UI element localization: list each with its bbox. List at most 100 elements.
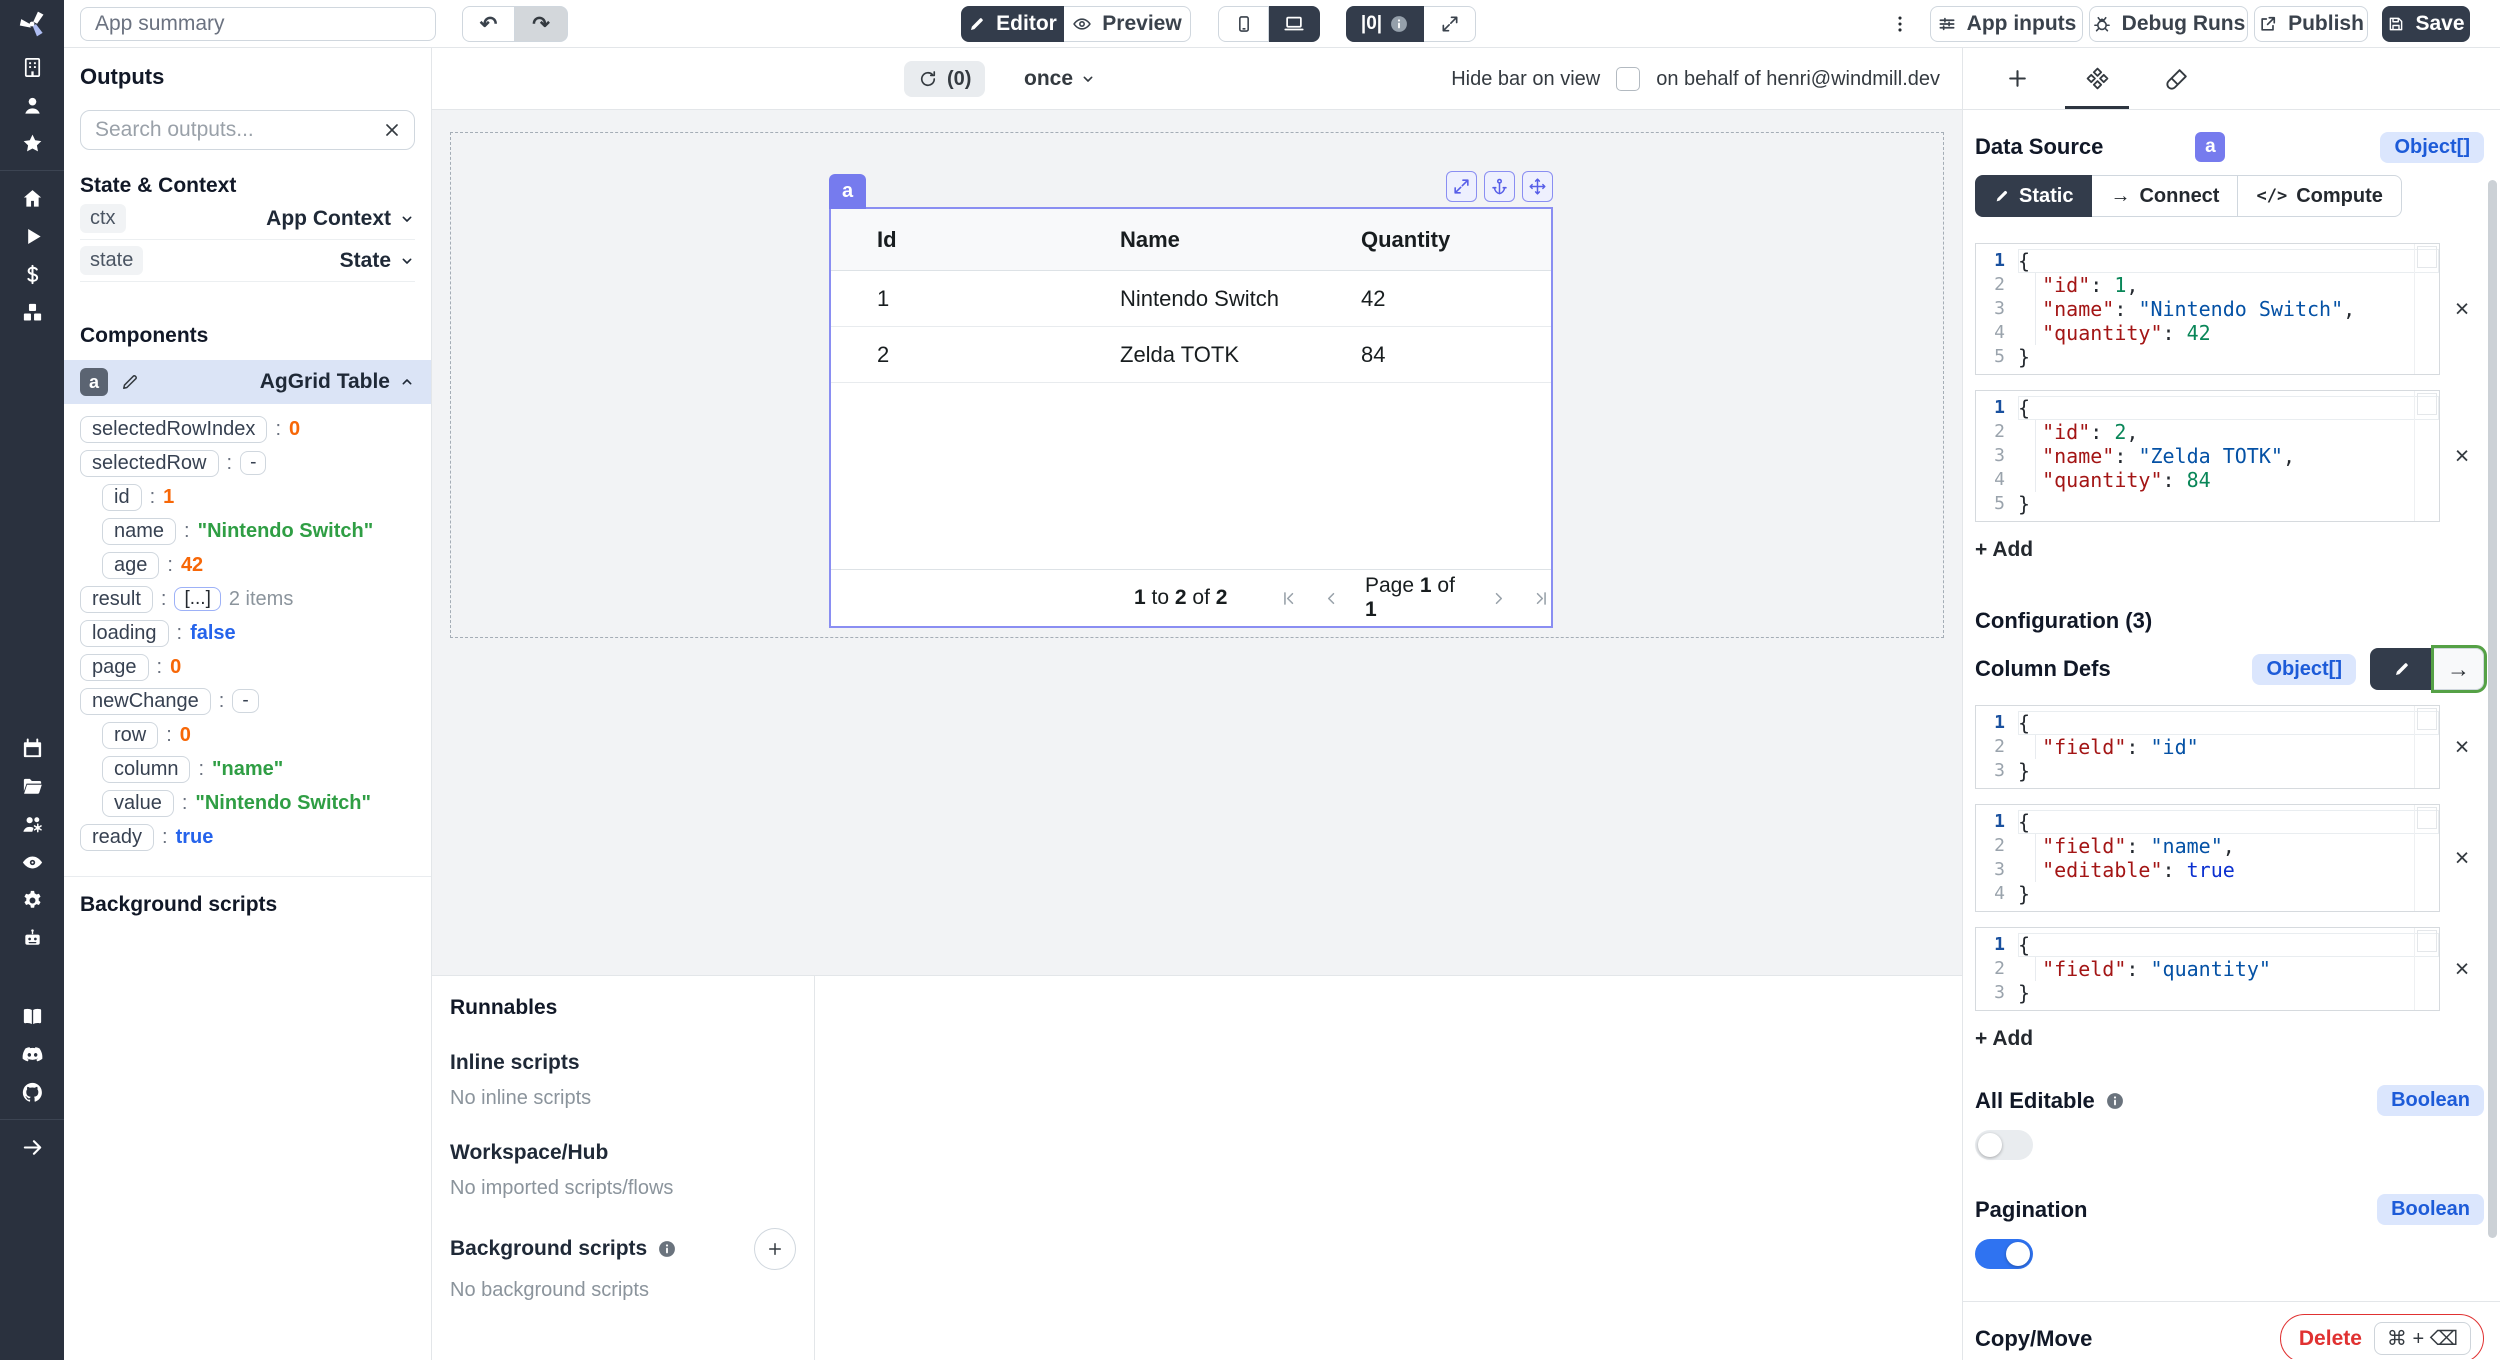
expand-component-button[interactable] xyxy=(1446,171,1477,202)
star-icon[interactable] xyxy=(0,124,64,162)
connect-column-defs-button[interactable]: → xyxy=(2434,648,2484,690)
aggrid-table-component[interactable]: a IdNameQuantity 1Nintendo Switch422Zeld… xyxy=(829,207,1553,628)
arrow-right-icon[interactable] xyxy=(0,1128,64,1166)
bot-icon[interactable] xyxy=(0,919,64,957)
github-icon[interactable] xyxy=(0,1073,64,1111)
output-row-age[interactable]: age:42 xyxy=(80,548,415,582)
json-editor[interactable]: 12345{ "id": 2, "name": "Zelda TOTK", "q… xyxy=(1975,390,2440,522)
pagination-type-badge[interactable]: Boolean xyxy=(2377,1194,2484,1225)
hide-bar-checkbox[interactable] xyxy=(1616,67,1640,91)
folder-icon[interactable] xyxy=(0,767,64,805)
static-mode-button[interactable]: Static xyxy=(1975,175,2092,217)
connect-mode-button[interactable]: →Connect xyxy=(2092,175,2238,217)
table-row[interactable]: 1Nintendo Switch42 xyxy=(831,271,1551,327)
output-row-newChange[interactable]: newChange:- xyxy=(80,684,415,718)
app-summary-input[interactable] xyxy=(80,7,436,41)
output-key[interactable]: result xyxy=(80,586,153,613)
app-canvas[interactable]: a IdNameQuantity 1Nintendo Switch422Zeld… xyxy=(432,110,1962,975)
json-editor[interactable]: 123{ "field": "id"} xyxy=(1975,705,2440,789)
next-page-button[interactable] xyxy=(1489,589,1508,608)
ctx-row[interactable]: ctx App Context xyxy=(80,198,415,240)
output-row-row[interactable]: row:0 xyxy=(80,718,415,752)
building-icon[interactable] xyxy=(0,48,64,86)
remove-item-button[interactable]: × xyxy=(2440,733,2484,762)
desktop-view-button[interactable] xyxy=(1269,6,1320,42)
app-inputs-button[interactable]: App inputs xyxy=(1930,6,2083,42)
eye-icon[interactable] xyxy=(0,843,64,881)
editor-mode-button[interactable]: Editor xyxy=(961,6,1064,42)
output-value[interactable]: [...] xyxy=(174,587,220,611)
output-key[interactable]: value xyxy=(102,790,174,817)
more-menu-button[interactable] xyxy=(1888,6,1912,42)
output-key[interactable]: row xyxy=(102,722,158,749)
refresh-all-button[interactable]: (0) xyxy=(904,61,985,97)
schedule-dropdown[interactable]: once xyxy=(1024,61,1096,97)
output-key[interactable]: column xyxy=(102,756,190,783)
edit-column-defs-button[interactable] xyxy=(2370,648,2434,690)
move-component-button[interactable] xyxy=(1522,171,1553,202)
output-key[interactable]: page xyxy=(80,654,149,681)
play-icon[interactable] xyxy=(0,217,64,255)
home-icon[interactable] xyxy=(0,179,64,217)
remove-item-button[interactable]: × xyxy=(2440,442,2484,471)
json-editor[interactable]: 123{ "field": "quantity"} xyxy=(1975,927,2440,1011)
remove-item-button[interactable]: × xyxy=(2440,844,2484,873)
add-background-script-button[interactable] xyxy=(754,1228,796,1270)
output-row-result[interactable]: result:[...]2 items xyxy=(80,582,415,616)
output-key[interactable]: ready xyxy=(80,824,154,851)
edit-id-icon[interactable] xyxy=(120,372,140,392)
json-editor[interactable]: 12345{ "id": 1, "name": "Nintendo Switch… xyxy=(1975,243,2440,375)
compute-mode-button[interactable]: </>Compute xyxy=(2238,175,2401,217)
debug-runs-button[interactable]: Debug Runs xyxy=(2089,6,2248,42)
book-icon[interactable] xyxy=(0,997,64,1035)
redo-button[interactable]: ↷ xyxy=(515,6,568,42)
output-key[interactable]: selectedRowIndex xyxy=(80,416,267,443)
output-row-column[interactable]: column:"name" xyxy=(80,752,415,786)
first-page-button[interactable] xyxy=(1279,589,1298,608)
delete-component-button[interactable]: Delete ⌘ + ⌫ xyxy=(2280,1314,2484,1359)
output-key[interactable]: name xyxy=(102,518,176,545)
zoom-reset-button[interactable]: |0| xyxy=(1346,6,1424,42)
prev-page-button[interactable] xyxy=(1322,589,1341,608)
output-row-selectedRow[interactable]: selectedRow:- xyxy=(80,446,415,480)
dollar-icon[interactable] xyxy=(0,255,64,293)
preview-mode-button[interactable]: Preview xyxy=(1064,6,1191,42)
save-button[interactable]: Save xyxy=(2382,6,2470,42)
component-row-aggrid[interactable]: a AgGrid Table xyxy=(64,360,431,404)
tab-settings[interactable] xyxy=(2057,48,2137,109)
undo-button[interactable]: ↶ xyxy=(462,6,515,42)
output-key[interactable]: newChange xyxy=(80,688,211,715)
table-row[interactable]: 2Zelda TOTK84 xyxy=(831,327,1551,383)
output-row-ready[interactable]: ready:true xyxy=(80,820,415,854)
output-key[interactable]: loading xyxy=(80,620,169,647)
output-row-name[interactable]: name:"Nintendo Switch" xyxy=(80,514,415,548)
pagination-toggle[interactable] xyxy=(1975,1239,2033,1269)
fullscreen-button[interactable] xyxy=(1424,6,1476,42)
column-header[interactable]: Name xyxy=(1074,227,1315,253)
right-panel-scrollbar[interactable] xyxy=(2488,180,2497,1238)
state-row[interactable]: state State xyxy=(80,240,415,282)
output-row-value[interactable]: value:"Nintendo Switch" xyxy=(80,786,415,820)
remove-item-button[interactable]: × xyxy=(2440,955,2484,984)
add-data-source-item-button[interactable]: + Add xyxy=(1975,538,2033,562)
output-row-page[interactable]: page:0 xyxy=(80,650,415,684)
anchor-component-button[interactable] xyxy=(1484,171,1515,202)
column-defs-type-badge[interactable]: Object[] xyxy=(2252,654,2356,685)
calendar-icon[interactable] xyxy=(0,729,64,767)
search-outputs-input[interactable] xyxy=(93,117,382,143)
tab-insert[interactable] xyxy=(1977,48,2057,109)
users-gear-icon[interactable] xyxy=(0,805,64,843)
column-header[interactable]: Quantity xyxy=(1315,227,1551,253)
tab-styling[interactable] xyxy=(2137,48,2217,109)
add-column-def-button[interactable]: + Add xyxy=(1975,1027,2033,1051)
output-row-loading[interactable]: loading:false xyxy=(80,616,415,650)
output-key[interactable]: age xyxy=(102,552,159,579)
output-key[interactable]: id xyxy=(102,484,142,511)
json-editor[interactable]: 1234{ "field": "name", "editable": true} xyxy=(1975,804,2440,912)
column-header[interactable]: Id xyxy=(831,227,1074,253)
clear-search-icon[interactable] xyxy=(382,120,402,140)
user-icon[interactable] xyxy=(0,86,64,124)
data-source-type-badge[interactable]: Object[] xyxy=(2380,132,2484,163)
boxes-icon[interactable] xyxy=(0,293,64,331)
discord-icon[interactable] xyxy=(0,1035,64,1073)
